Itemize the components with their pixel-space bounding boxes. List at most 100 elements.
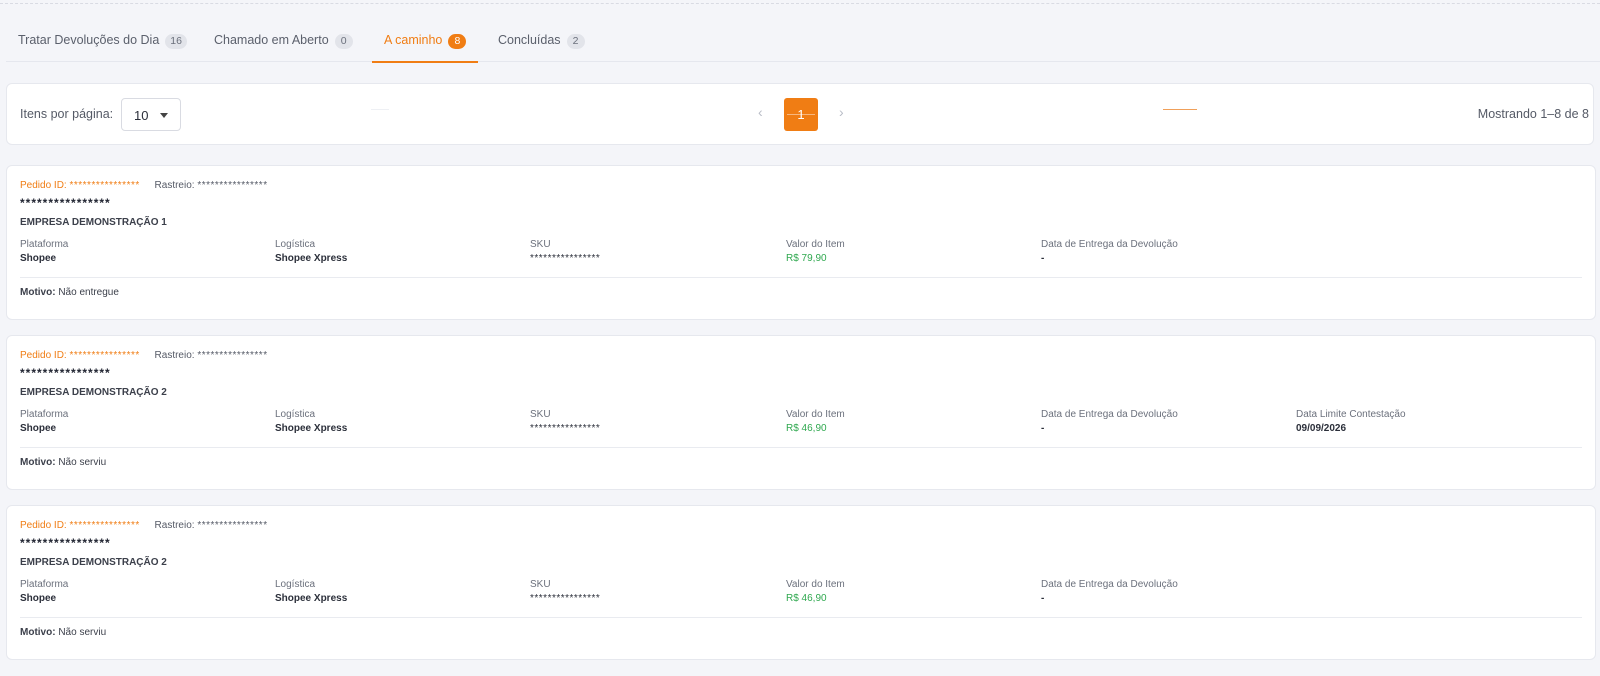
card-divider [20,617,1582,618]
field-label: Plataforma [20,239,69,250]
card-divider [20,277,1582,278]
motivo-row: Motivo: Não serviu [20,627,106,638]
motivo-value: Não serviu [58,627,107,638]
motivo-value: Não serviu [58,457,107,468]
field-sku: SKU **************** [530,409,600,434]
tab-a-caminho[interactable]: A caminho 8 [372,22,479,63]
motivo-row: Motivo: Não entregue [20,287,119,298]
field-label: SKU [530,409,551,420]
order-card[interactable]: Pedido ID: **************** Rastreio: **… [6,165,1596,320]
pedido-id-value[interactable]: **************** [69,520,139,531]
field-value: R$ 46,90 [786,423,827,434]
tab-concluidas[interactable]: Concluídas 2 [486,22,597,62]
pedido-id-label: Pedido ID: [20,180,67,191]
field-valor-item: Valor do Item R$ 46,90 [786,409,845,434]
field-label: Data de Entrega da Devolução [1041,409,1178,420]
rastreio-value[interactable]: **************** [197,180,267,191]
masked-identifier: **************** [20,196,111,210]
field-value: Shopee [20,253,57,264]
field-label: Data de Entrega da Devolução [1041,579,1178,590]
pagination-prev-button[interactable]: ‹ [758,104,763,120]
field-value: - [1041,593,1045,604]
rastreio-label: Rastreio: [154,520,195,531]
rastreio-label: Rastreio: [154,180,195,191]
field-label: Logística [275,579,316,590]
masked-identifier: **************** [20,366,111,380]
company-name: EMPRESA DEMONSTRAÇÃO 2 [20,557,167,568]
order-card[interactable]: Pedido ID: **************** Rastreio: **… [6,335,1596,490]
tab-tratar-devolucoes[interactable]: Tratar Devoluções do Dia 16 [6,22,199,62]
pedido-id-value[interactable]: **************** [69,350,139,361]
tab-count-badge: 2 [566,34,585,49]
pagination-page-button[interactable]: 1 [784,98,818,131]
top-dashed-line [0,3,1600,4]
field-label: Plataforma [20,409,69,420]
items-per-page-value: 10 [134,108,149,123]
pedido-id-label: Pedido ID: [20,350,67,361]
field-value: R$ 79,90 [786,253,827,264]
field-data-entrega: Data de Entrega da Devolução - [1041,579,1178,604]
field-logistica: Logística Shopee Xpress [275,409,347,434]
tab-label: Concluídas [498,33,561,47]
field-valor-item: Valor do Item R$ 46,90 [786,579,845,604]
field-value: 09/09/2026 [1296,423,1347,434]
field-plataforma: Plataforma Shopee [20,579,68,604]
field-valor-item: Valor do Item R$ 79,90 [786,239,845,264]
field-value: Shopee Xpress [275,593,348,604]
tab-count-badge: 8 [448,34,467,49]
divider-line [371,109,389,110]
accent-line [1163,109,1197,110]
field-label: SKU [530,579,551,590]
field-value: **************** [530,253,601,264]
field-sku: SKU **************** [530,579,600,604]
pagination-next-button[interactable]: › [839,104,844,120]
tab-count-badge: 16 [165,34,187,49]
field-data-entrega: Data de Entrega da Devolução - [1041,239,1178,264]
field-value: **************** [530,593,601,604]
motivo-label: Motivo: [20,287,56,298]
field-value: **************** [530,423,601,434]
company-name: EMPRESA DEMONSTRAÇÃO 2 [20,387,167,398]
field-data-entrega: Data de Entrega da Devolução - [1041,409,1178,434]
motivo-row: Motivo: Não serviu [20,457,106,468]
field-plataforma: Plataforma Shopee [20,409,68,434]
field-sku: SKU **************** [530,239,600,264]
field-value: - [1041,253,1045,264]
field-value: Shopee [20,423,57,434]
field-label: Data de Entrega da Devolução [1041,239,1178,250]
tab-label: Chamado em Aberto [214,33,329,47]
motivo-label: Motivo: [20,457,56,468]
field-logistica: Logística Shopee Xpress [275,239,347,264]
rastreio-value[interactable]: **************** [197,520,267,531]
order-card[interactable]: Pedido ID: **************** Rastreio: **… [6,505,1596,660]
field-label: Logística [275,239,316,250]
tab-label: Tratar Devoluções do Dia [18,33,160,47]
order-header: Pedido ID: **************** Rastreio: **… [20,520,268,531]
field-value: Shopee Xpress [275,253,348,264]
field-label: Plataforma [20,579,69,590]
field-data-limite: Data Limite Contestação 09/09/2026 [1296,409,1406,434]
motivo-label: Motivo: [20,627,56,638]
pedido-id-value[interactable]: **************** [69,180,139,191]
order-header: Pedido ID: **************** Rastreio: **… [20,350,268,361]
caret-down-icon [160,113,168,118]
results-count-text: Mostrando 1–8 de 8 [1477,107,1589,121]
field-value: R$ 46,90 [786,593,827,604]
items-per-page-select[interactable]: 10 [121,98,181,131]
motivo-value: Não entregue [58,287,119,298]
company-name: EMPRESA DEMONSTRAÇÃO 1 [20,217,167,228]
field-value: - [1041,423,1045,434]
tab-chamado-em-aberto[interactable]: Chamado em Aberto 0 [202,22,365,62]
field-value: Shopee Xpress [275,423,348,434]
status-tabs: Tratar Devoluções do Dia 16 Chamado em A… [6,22,1600,63]
rastreio-value[interactable]: **************** [197,350,267,361]
field-label: Logística [275,409,316,420]
field-label: Valor do Item [786,409,845,420]
pagination-bar: Itens por página: 10 ‹ 1 › Mostrando 1–8… [6,83,1594,145]
field-logistica: Logística Shopee Xpress [275,579,347,604]
masked-identifier: **************** [20,536,111,550]
tab-label: A caminho [384,33,443,47]
field-label: Valor do Item [786,239,845,250]
field-label: Data Limite Contestação [1296,409,1406,420]
pedido-id-label: Pedido ID: [20,520,67,531]
